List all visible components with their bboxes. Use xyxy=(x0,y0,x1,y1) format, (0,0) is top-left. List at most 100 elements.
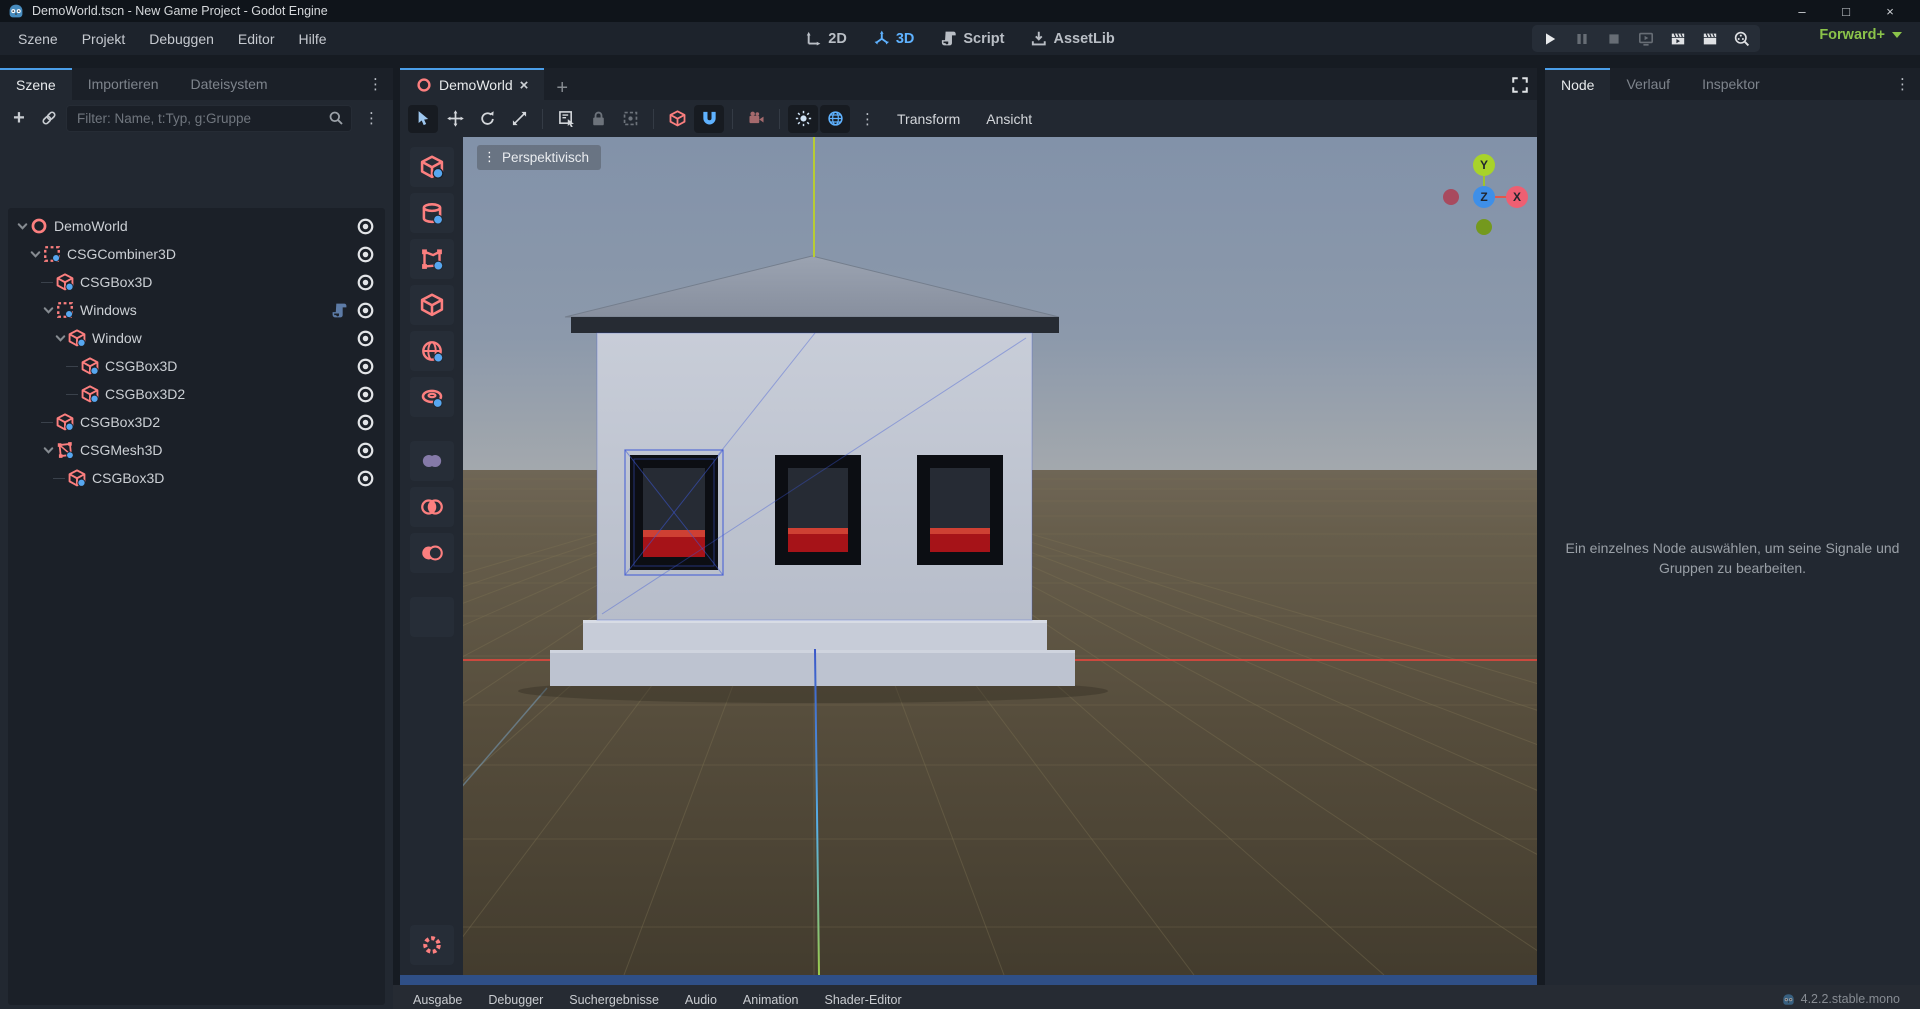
csg-sphere-tool-button[interactable] xyxy=(410,331,454,371)
mode-2d-button[interactable]: 2D xyxy=(799,27,853,50)
gizmo-color-button[interactable] xyxy=(410,597,454,637)
tab-szene[interactable]: Szene xyxy=(0,68,72,100)
expand-viewport-icon[interactable] xyxy=(1511,76,1529,94)
scene-tab-demoworld[interactable]: DemoWorld × xyxy=(400,68,544,100)
minimize-button[interactable]: – xyxy=(1780,0,1824,22)
csg-intersect-op-button[interactable] xyxy=(410,487,454,527)
camera-override-button[interactable] xyxy=(741,105,771,133)
csg-cylinder-tool-button[interactable] xyxy=(410,193,454,233)
tab-inspektor[interactable]: Inspektor xyxy=(1686,68,1776,100)
chevron-down-icon[interactable] xyxy=(40,442,56,458)
list-select-button[interactable] xyxy=(551,105,581,133)
visibility-eye-icon[interactable] xyxy=(356,301,375,320)
tab-node[interactable]: Node xyxy=(1545,68,1610,100)
tab-dateisystem[interactable]: Dateisystem xyxy=(175,68,284,100)
play-remote-button[interactable] xyxy=(1634,28,1658,50)
bottom-tab-audio[interactable]: Audio xyxy=(685,987,717,1007)
mode-assetlib-button[interactable]: AssetLib xyxy=(1024,27,1120,50)
visibility-eye-icon[interactable] xyxy=(356,441,375,460)
menu-editor[interactable]: Editor xyxy=(228,27,285,51)
visibility-eye-icon[interactable] xyxy=(356,357,375,376)
csg-torus-tool-button[interactable] xyxy=(410,377,454,417)
csg-polygon-tool-button[interactable] xyxy=(410,239,454,279)
menu-szene[interactable]: Szene xyxy=(8,27,68,51)
tree-row[interactable]: Window xyxy=(8,324,385,352)
menu-hilfe[interactable]: Hilfe xyxy=(288,27,336,51)
movie-maker-button[interactable] xyxy=(1730,28,1754,50)
scene-filter-input[interactable] xyxy=(66,105,352,132)
csg-mesh-tool-button[interactable] xyxy=(410,285,454,325)
ansicht-menu[interactable]: Ansicht xyxy=(974,111,1044,127)
chevron-down-icon[interactable] xyxy=(27,246,43,262)
tree-row[interactable]: CSGBox3D xyxy=(8,268,385,296)
perspective-menu[interactable]: ⋮ Perspektivisch xyxy=(477,145,601,170)
mode-script-button[interactable]: Script xyxy=(934,27,1010,50)
close-button[interactable]: × xyxy=(1868,0,1912,22)
dock-options-icon[interactable]: ⋮ xyxy=(360,75,391,93)
preview-sunlight-button[interactable] xyxy=(788,105,818,133)
bottom-tab-debugger[interactable]: Debugger xyxy=(488,987,543,1007)
tree-row[interactable]: CSGMesh3D xyxy=(8,436,385,464)
close-tab-icon[interactable]: × xyxy=(520,77,529,94)
transform-menu[interactable]: Transform xyxy=(885,111,972,127)
mode-3d-button[interactable]: 3D xyxy=(867,27,921,50)
axis-neg-x-ball[interactable] xyxy=(1443,189,1459,205)
csg-subtract-op-button[interactable] xyxy=(410,533,454,573)
rotate-tool-button[interactable] xyxy=(472,105,502,133)
axis-neg-y-ball[interactable] xyxy=(1476,219,1492,235)
view-axis-gizmo[interactable]: Y Z X xyxy=(1440,148,1530,238)
axis-z-ball[interactable]: Z xyxy=(1473,186,1495,208)
visibility-eye-icon[interactable] xyxy=(356,385,375,404)
visibility-eye-icon[interactable] xyxy=(356,469,375,488)
move-tool-button[interactable] xyxy=(440,105,470,133)
tree-row[interactable]: Windows xyxy=(8,296,385,324)
axis-y-ball[interactable]: Y xyxy=(1473,154,1495,176)
group-selected-button[interactable] xyxy=(615,105,645,133)
version-info[interactable]: 4.2.2.stable.mono xyxy=(1782,988,1900,1006)
play-scene-button[interactable] xyxy=(1666,28,1690,50)
chevron-down-icon[interactable] xyxy=(52,330,68,346)
csg-settings-button[interactable] xyxy=(410,925,454,965)
3d-viewport[interactable]: ⋮ Perspektivisch Y Z X xyxy=(463,137,1537,975)
snap-toggle-button[interactable] xyxy=(694,105,724,133)
visibility-eye-icon[interactable] xyxy=(356,273,375,292)
scale-tool-button[interactable] xyxy=(504,105,534,133)
preview-environment-button[interactable] xyxy=(820,105,850,133)
tree-row[interactable]: CSGBox3D xyxy=(8,464,385,492)
chevron-down-icon[interactable] xyxy=(14,218,30,234)
bottom-tab-shader-editor[interactable]: Shader-Editor xyxy=(825,987,902,1007)
pause-button[interactable] xyxy=(1570,28,1594,50)
stop-button[interactable] xyxy=(1602,28,1626,50)
tree-row[interactable]: CSGCombiner3D xyxy=(8,240,385,268)
tree-row[interactable]: CSGBox3D2 xyxy=(8,380,385,408)
instance-scene-button[interactable] xyxy=(36,105,62,131)
tab-importieren[interactable]: Importieren xyxy=(72,68,175,100)
csg-union-op-button[interactable] xyxy=(410,441,454,481)
play-button[interactable] xyxy=(1538,28,1562,50)
add-node-button[interactable]: + xyxy=(6,105,32,131)
maximize-button[interactable]: □ xyxy=(1824,0,1868,22)
menu-projekt[interactable]: Projekt xyxy=(72,27,136,51)
visibility-eye-icon[interactable] xyxy=(356,329,375,348)
menu-debuggen[interactable]: Debuggen xyxy=(139,27,224,51)
environment-options-icon[interactable]: ⋮ xyxy=(852,110,883,128)
visibility-eye-icon[interactable] xyxy=(356,413,375,432)
chevron-down-icon[interactable] xyxy=(40,302,56,318)
tree-row[interactable]: CSGBox3D xyxy=(8,352,385,380)
new-scene-tab-button[interactable]: + xyxy=(544,77,580,100)
bottom-tab-animation[interactable]: Animation xyxy=(743,987,799,1007)
bottom-tab-suchergebnisse[interactable]: Suchergebnisse xyxy=(569,987,659,1007)
dock-options-icon[interactable]: ⋮ xyxy=(1887,75,1918,93)
local-space-button[interactable] xyxy=(662,105,692,133)
tree-options-icon[interactable]: ⋮ xyxy=(356,109,387,127)
select-tool-button[interactable] xyxy=(408,105,438,133)
csg-box-tool-button[interactable] xyxy=(410,147,454,187)
visibility-eye-icon[interactable] xyxy=(356,217,375,236)
axis-x-ball[interactable]: X xyxy=(1506,186,1528,208)
renderer-selector[interactable]: Forward+ xyxy=(1819,27,1902,43)
bottom-panel-splitter[interactable] xyxy=(400,975,1537,985)
bottom-tab-ausgabe[interactable]: Ausgabe xyxy=(413,987,462,1007)
visibility-eye-icon[interactable] xyxy=(356,245,375,264)
tree-row[interactable]: CSGBox3D2 xyxy=(8,408,385,436)
attached-script-icon[interactable] xyxy=(331,302,348,319)
